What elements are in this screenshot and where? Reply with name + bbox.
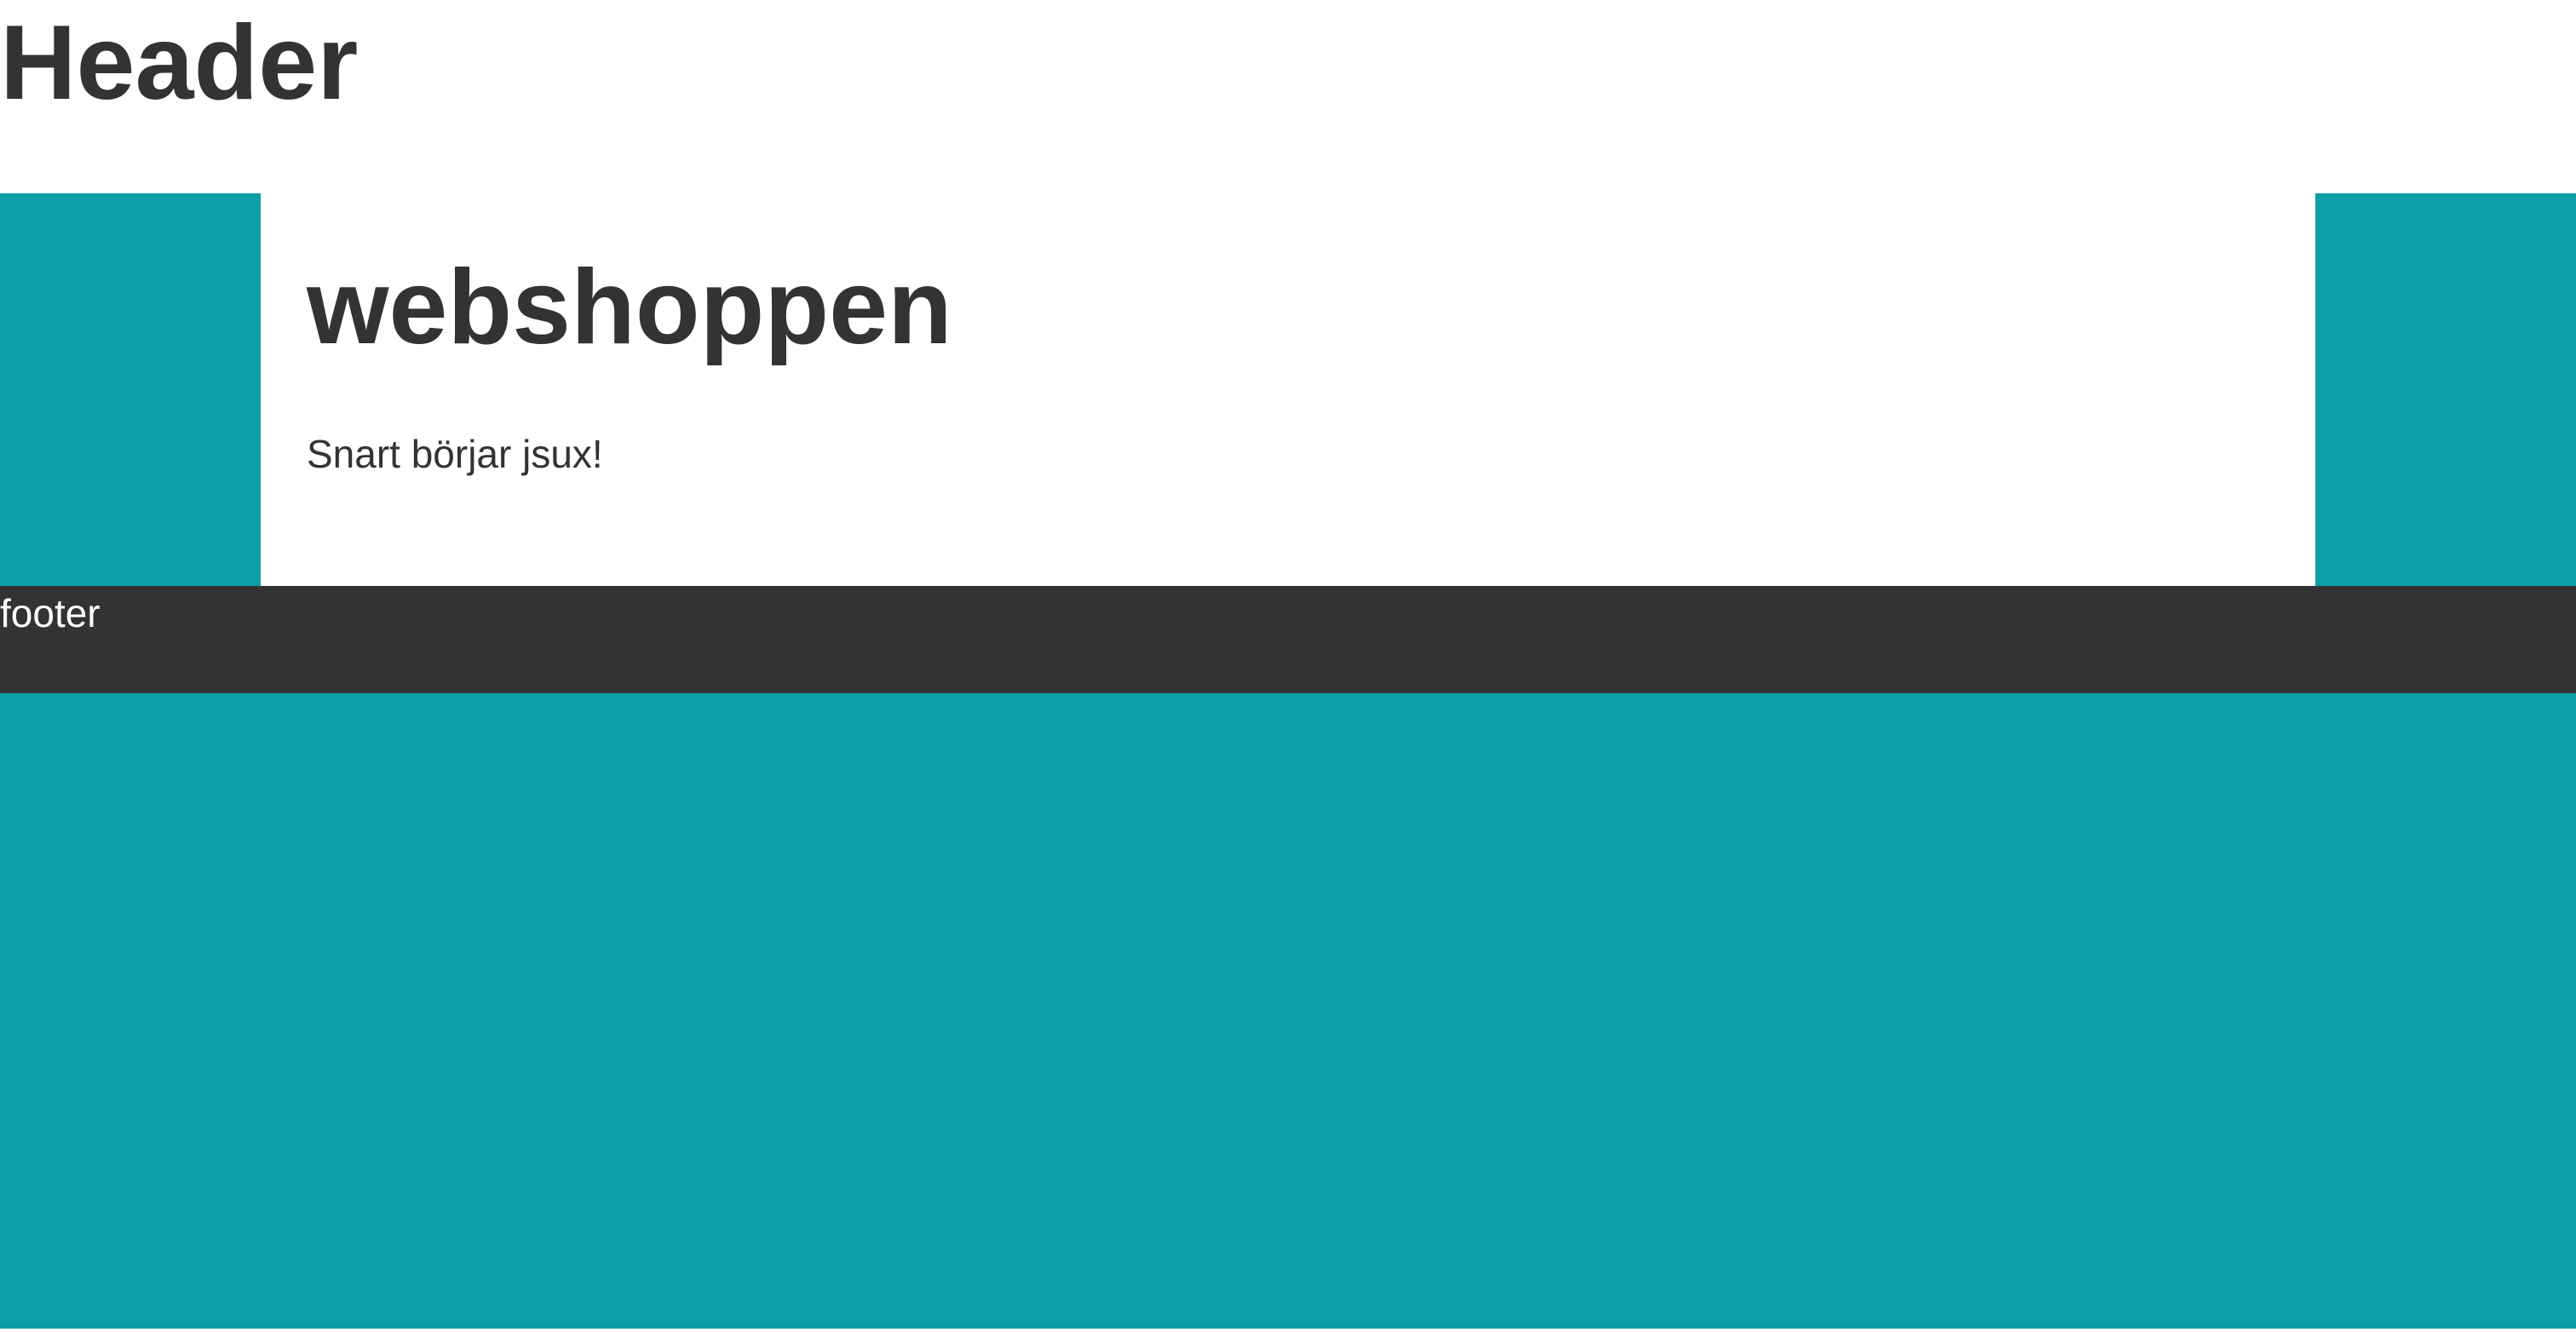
page-title: webshoppen xyxy=(307,249,952,366)
page-header: Header xyxy=(0,0,2576,193)
header-title: Header xyxy=(0,4,359,122)
main-content: webshoppen Snart börjar jsux! xyxy=(261,193,2315,586)
footer-text: footer xyxy=(0,591,101,635)
bottom-edge xyxy=(0,1329,2576,1332)
intro-text: Snart börjar jsux! xyxy=(307,432,603,476)
page-footer: footer xyxy=(0,586,2576,693)
page: Header webshoppen Snart börjar jsux! foo… xyxy=(0,0,2576,1332)
